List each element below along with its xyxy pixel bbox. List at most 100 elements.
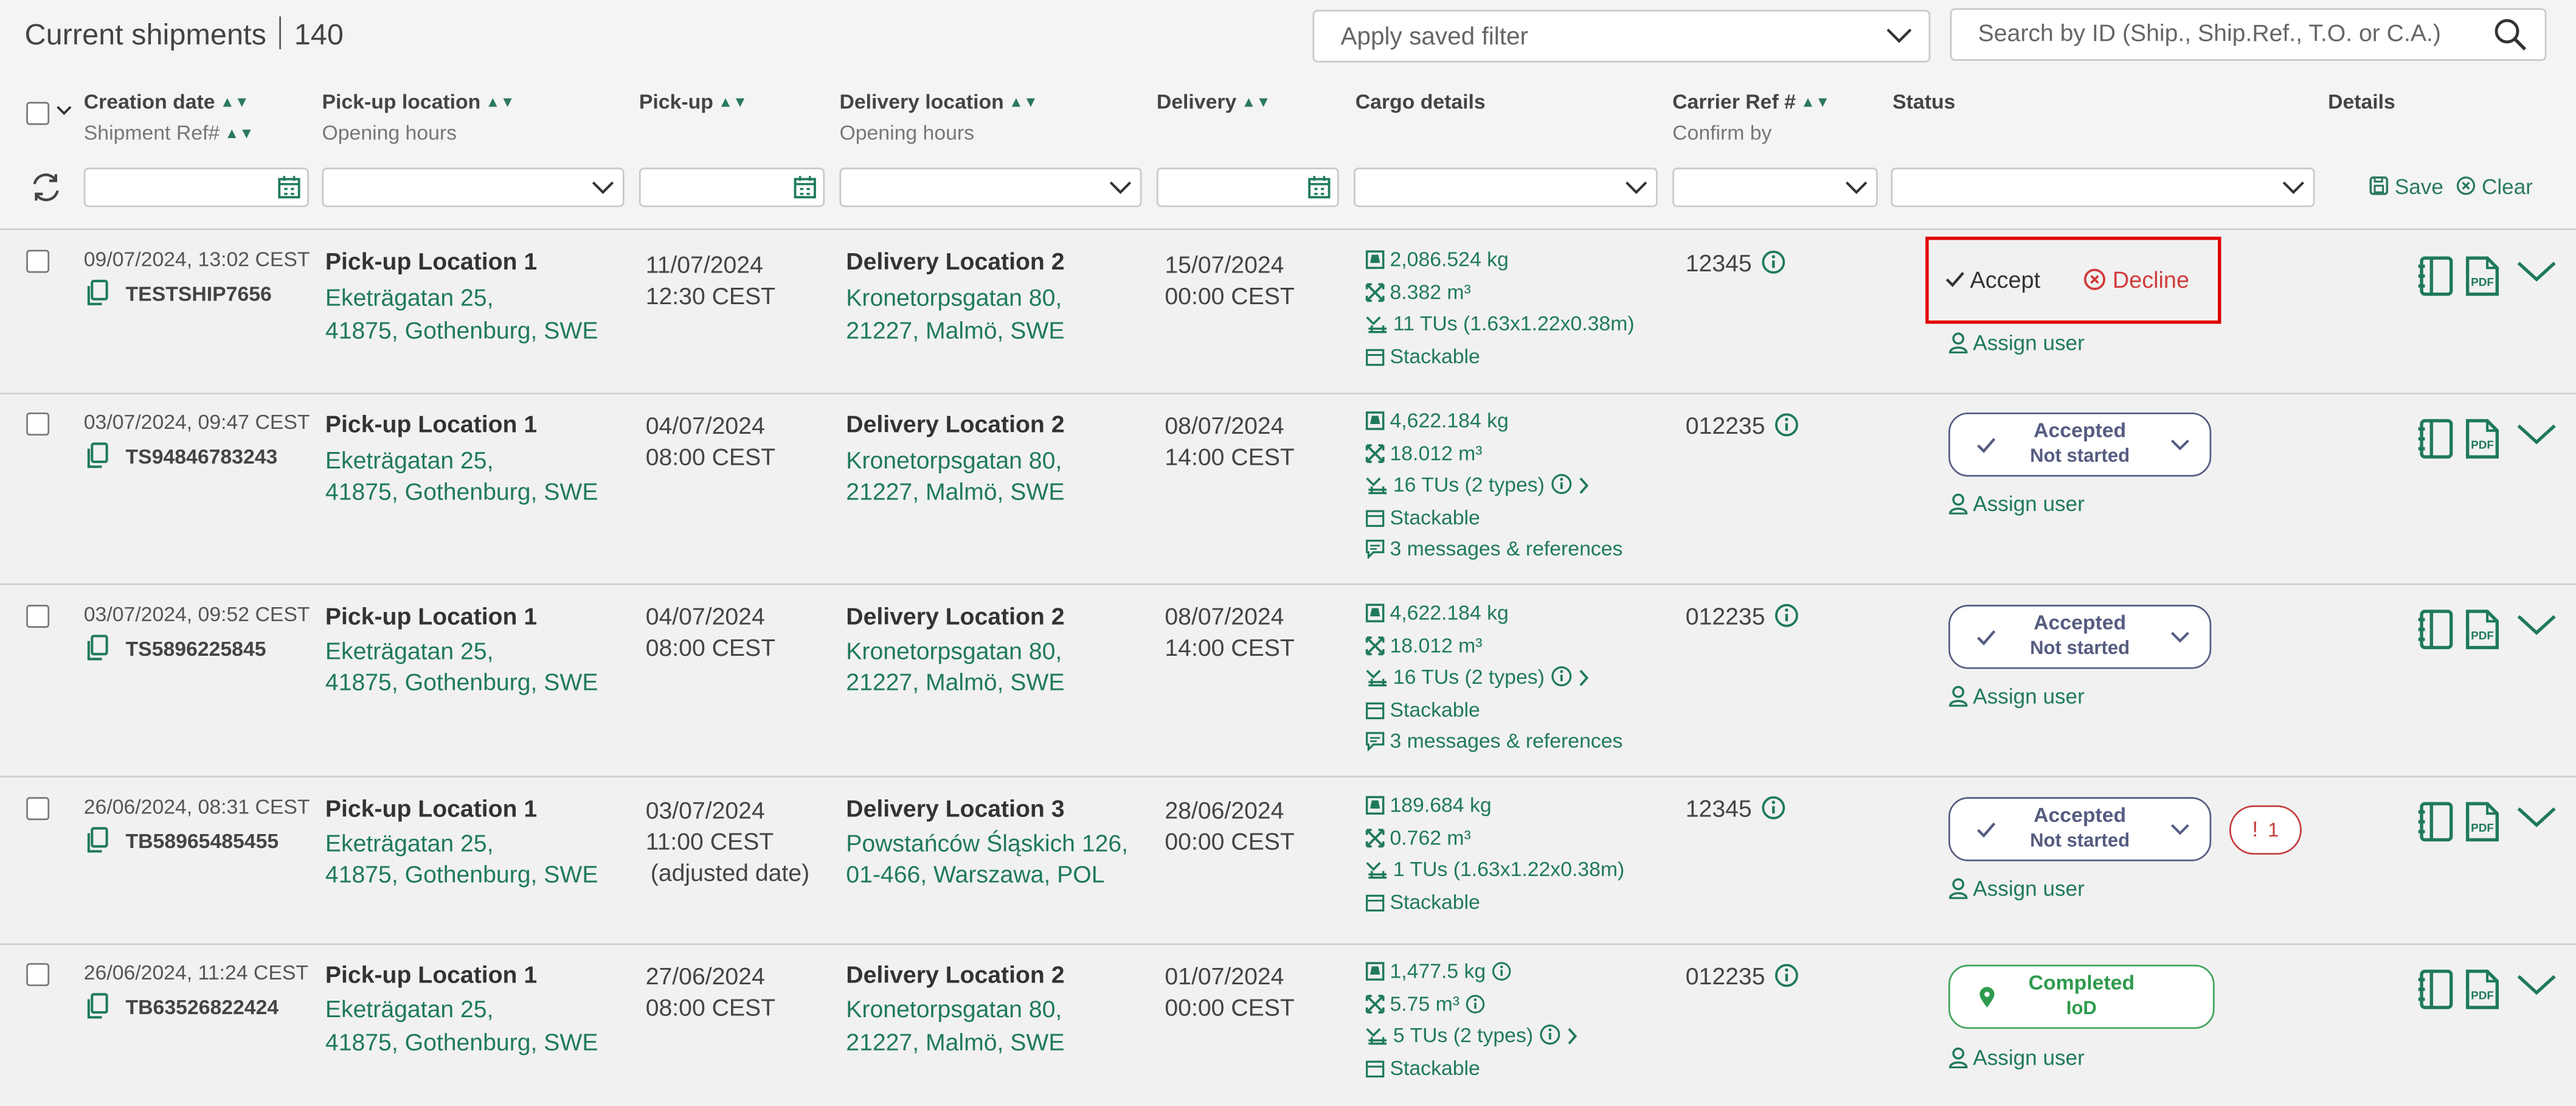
save-filter-button[interactable]: Save: [2369, 174, 2443, 199]
delivery-address-line1[interactable]: Kronetorpsgatan 80,: [846, 283, 1062, 316]
pdf-icon[interactable]: PDF: [2464, 968, 2500, 1010]
row-checkbox[interactable]: [26, 797, 50, 821]
copy-icon[interactable]: [84, 827, 110, 853]
sort-icon[interactable]: ▲▼: [1801, 94, 1830, 110]
sort-icon[interactable]: ▲▼: [1009, 94, 1038, 110]
column-shipment-ref[interactable]: Shipment Ref# ▲▼: [84, 122, 254, 145]
cargo-tus[interactable]: 16 TUs (2 types): [1365, 470, 1622, 503]
delivery-address-line2[interactable]: 21227, Malmö, SWE: [846, 667, 1064, 700]
document-icon[interactable]: [2418, 255, 2454, 297]
info-icon[interactable]: [1466, 993, 1486, 1013]
status-dropdown[interactable]: Accepted Not started: [1948, 797, 2212, 861]
delivery-location-filter[interactable]: [839, 167, 1142, 207]
table-row[interactable]: 03/07/2024, 09:52 CEST TS5896225845 Pick…: [0, 583, 2576, 777]
delivery-address-line1[interactable]: Kronetorpsgatan 80,: [846, 994, 1062, 1027]
row-checkbox[interactable]: [26, 412, 50, 436]
info-icon[interactable]: [1775, 963, 1800, 988]
copy-icon[interactable]: [84, 279, 110, 305]
table-row[interactable]: 03/07/2024, 09:47 CEST TS94846783243 Pic…: [0, 392, 2576, 585]
delivery-address-line2[interactable]: 01-466, Warszawa, POL: [846, 860, 1104, 892]
document-icon[interactable]: [2418, 608, 2454, 651]
delivery-address-line2[interactable]: 21227, Malmö, SWE: [846, 316, 1064, 349]
column-delivery-location[interactable]: Delivery location ▲▼: [839, 91, 1038, 114]
row-checkbox[interactable]: [26, 249, 50, 273]
assign-user-button[interactable]: Assign user: [1948, 492, 2085, 516]
pdf-icon[interactable]: PDF: [2464, 255, 2500, 297]
pickup-location-filter[interactable]: [322, 167, 625, 207]
expand-chevron-icon[interactable]: [2517, 805, 2557, 829]
table-row[interactable]: 26/06/2024, 11:24 CEST TB63526822424 Pic…: [0, 943, 2576, 1106]
column-carrier-ref[interactable]: Carrier Ref # ▲▼: [1672, 91, 1830, 114]
info-icon[interactable]: [1540, 1024, 1561, 1045]
cargo-messages[interactable]: 3 messages & references: [1365, 726, 1622, 759]
assign-user-button[interactable]: Assign user: [1948, 1045, 2085, 1070]
pickup-address-line2[interactable]: 41875, Gothenburg, SWE: [325, 476, 598, 509]
select-all-checkbox[interactable]: [26, 102, 50, 125]
assign-user-button[interactable]: Assign user: [1948, 876, 2085, 900]
pdf-icon[interactable]: PDF: [2464, 608, 2500, 651]
info-icon[interactable]: [1551, 473, 1573, 495]
row-checkbox[interactable]: [26, 963, 50, 986]
sort-icon[interactable]: ▲▼: [220, 94, 249, 110]
cargo-details-filter[interactable]: [1354, 167, 1658, 207]
expand-chevron-icon[interactable]: [2517, 973, 2557, 996]
info-icon[interactable]: [1775, 603, 1800, 628]
pickup-address-line2[interactable]: 41875, Gothenburg, SWE: [325, 860, 598, 892]
pickup-address-line2[interactable]: 41875, Gothenburg, SWE: [325, 1027, 598, 1060]
delivery-address-line2[interactable]: 21227, Malmö, SWE: [846, 1027, 1064, 1060]
status-dropdown[interactable]: Accepted Not started: [1948, 412, 2212, 477]
pickup-address-line1[interactable]: Eketrägatan 25,: [325, 283, 494, 316]
assign-user-button[interactable]: Assign user: [1948, 684, 2085, 708]
decline-button[interactable]: Decline: [2083, 266, 2189, 293]
sort-icon[interactable]: ▲▼: [1241, 94, 1270, 110]
pickup-date-filter[interactable]: [639, 167, 825, 207]
cargo-tus[interactable]: 5 TUs (2 types): [1365, 1021, 1584, 1053]
copy-icon[interactable]: [84, 635, 110, 661]
pickup-address-line1[interactable]: Eketrägatan 25,: [325, 994, 494, 1027]
info-icon[interactable]: [1762, 250, 1787, 275]
assign-user-button[interactable]: Assign user: [1948, 330, 2085, 355]
cargo-tus[interactable]: 16 TUs (2 types): [1365, 663, 1622, 695]
chevron-right-icon[interactable]: [1577, 476, 1591, 495]
column-creation-date[interactable]: Creation date ▲▼: [84, 91, 249, 114]
creation-date-filter[interactable]: [83, 167, 309, 207]
info-icon[interactable]: [1551, 666, 1573, 687]
expand-chevron-icon[interactable]: [2517, 260, 2557, 283]
sort-icon[interactable]: ▲▼: [485, 94, 514, 110]
status-filter[interactable]: [1891, 167, 2315, 207]
calendar-icon[interactable]: [278, 176, 301, 199]
document-icon[interactable]: [2418, 968, 2454, 1010]
pickup-address-line1[interactable]: Eketrägatan 25,: [325, 445, 494, 478]
calendar-icon[interactable]: [794, 176, 817, 199]
pickup-address-line2[interactable]: 41875, Gothenburg, SWE: [325, 316, 598, 349]
carrier-ref-filter[interactable]: [1672, 167, 1878, 207]
refresh-icon[interactable]: [30, 171, 63, 204]
delivery-date-filter[interactable]: [1156, 167, 1339, 207]
pickup-address-line1[interactable]: Eketrägatan 25,: [325, 636, 494, 669]
copy-icon[interactable]: [84, 442, 110, 468]
chevron-right-icon[interactable]: [1566, 1027, 1579, 1045]
search-icon[interactable]: [2494, 18, 2527, 51]
delivery-address-line2[interactable]: 21227, Malmö, SWE: [846, 476, 1064, 509]
sort-icon[interactable]: ▲▼: [224, 125, 254, 141]
document-icon[interactable]: [2418, 417, 2454, 460]
column-delivery[interactable]: Delivery ▲▼: [1157, 91, 1271, 114]
copy-icon[interactable]: [84, 993, 110, 1019]
accept-button[interactable]: Accept: [1945, 266, 2040, 293]
sort-icon[interactable]: ▲▼: [718, 94, 747, 110]
saved-filter-select[interactable]: Apply saved filter: [1312, 10, 1931, 63]
chevron-down-icon[interactable]: [56, 105, 72, 117]
info-icon[interactable]: [1775, 412, 1800, 437]
search-input[interactable]: Search by ID (Ship., Ship.Ref., T.O. or …: [1950, 8, 2547, 61]
pdf-icon[interactable]: PDF: [2464, 801, 2500, 843]
row-checkbox[interactable]: [26, 605, 50, 628]
delivery-address-line1[interactable]: Powstańców Śląskich 126,: [846, 829, 1128, 861]
table-row[interactable]: 09/07/2024, 13:02 CEST TESTSHIP7656 Pick…: [0, 228, 2576, 395]
status-badge-completed[interactable]: Completed IoD: [1948, 964, 2215, 1029]
pickup-address-line2[interactable]: 41875, Gothenburg, SWE: [325, 667, 598, 700]
column-pickup-location[interactable]: Pick-up location ▲▼: [322, 91, 514, 114]
status-dropdown[interactable]: Accepted Not started: [1948, 605, 2212, 669]
table-row[interactable]: 26/06/2024, 08:31 CEST TB58965485455 Pic…: [0, 776, 2576, 945]
expand-chevron-icon[interactable]: [2517, 613, 2557, 636]
document-icon[interactable]: [2418, 801, 2454, 843]
